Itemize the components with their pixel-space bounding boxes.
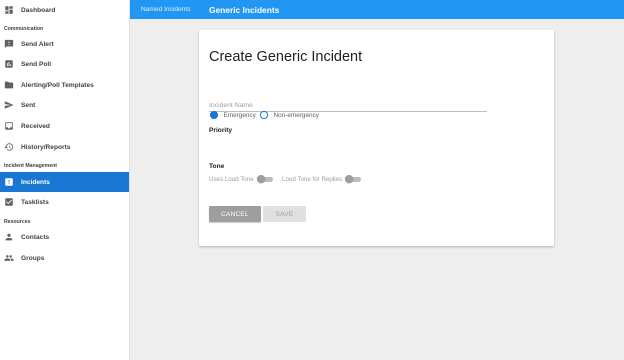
sidebar-item-tasklists[interactable]: Tasklists: [0, 192, 129, 212]
dashboard-icon: [4, 5, 14, 15]
sidebar-item-alerting-poll-templates[interactable]: Alerting/Poll Templates: [0, 75, 129, 95]
toggle-label: Uses Loud Tone: [209, 175, 254, 183]
folder-icon: [4, 80, 14, 90]
person-icon: [4, 232, 14, 242]
uses-loud-tone-toggle[interactable]: Uses Loud Tone: [209, 174, 274, 184]
breadcrumb-named-incidents[interactable]: Named Incidents: [141, 0, 190, 19]
top-app-bar: Named Incidents Generic Incidents: [130, 0, 624, 19]
sidebar-item-label: Tasklists: [21, 198, 49, 206]
checkbox-icon: [4, 197, 14, 207]
poll-chart-icon: [4, 59, 14, 69]
sidebar-item-label: Contacts: [21, 233, 50, 241]
send-icon: [4, 100, 14, 110]
radio-checked-icon: [210, 111, 218, 119]
sidebar-item-sent[interactable]: Sent: [0, 95, 129, 115]
incident-icon: [4, 177, 14, 187]
toggle-switch[interactable]: [256, 175, 274, 183]
sidebar-item-dashboard[interactable]: Dashboard: [0, 0, 129, 20]
cancel-button[interactable]: CANCEL: [209, 206, 261, 222]
radio-unchecked-icon: [260, 111, 268, 119]
sidebar-item-label: Send Alert: [21, 40, 54, 48]
sidebar-item-label: Received: [21, 122, 50, 130]
sidebar-item-label: Incidents: [21, 178, 50, 186]
loud-tone-replies-toggle[interactable]: Loud Tone for Replies: [282, 174, 362, 184]
tone-label: Tone: [209, 163, 225, 170]
sidebar-item-history-reports[interactable]: History/Reports: [0, 137, 129, 157]
radio-label: Non-emergency: [273, 111, 319, 119]
save-button[interactable]: SAVE: [263, 206, 306, 222]
section-header-communication: Communication: [4, 26, 44, 32]
sidebar-item-incidents[interactable]: Incidents: [0, 172, 129, 192]
sidebar-item-received[interactable]: Received: [0, 116, 129, 136]
toggle-label: Loud Tone for Replies: [282, 175, 343, 183]
priority-label: Priority: [209, 127, 233, 134]
sidebar-item-label: Groups: [21, 254, 45, 262]
sidebar-item-label: Alerting/Poll Templates: [21, 81, 94, 89]
sidebar-item-label: History/Reports: [21, 143, 71, 151]
sidebar-item-send-poll[interactable]: Send Poll: [0, 54, 129, 74]
radio-label: Emergency: [223, 111, 256, 119]
sidebar-item-label: Dashboard: [21, 6, 56, 14]
priority-non-emergency-radio[interactable]: Non-emergency: [260, 110, 319, 120]
sidebar-item-label: Sent: [21, 101, 36, 109]
sidebar-item-contacts[interactable]: Contacts: [0, 227, 129, 247]
sidebar: Dashboard Communication Send Alert Send …: [0, 0, 130, 360]
section-header-resources: Resources: [4, 219, 31, 225]
page-title: Generic Incidents: [209, 4, 280, 15]
alert-message-icon: [4, 39, 14, 49]
history-icon: [4, 142, 14, 152]
sidebar-item-label: Send Poll: [21, 60, 52, 68]
inbox-icon: [4, 121, 14, 131]
sidebar-item-send-alert[interactable]: Send Alert: [0, 34, 129, 54]
sidebar-item-groups[interactable]: Groups: [0, 248, 129, 268]
priority-emergency-radio[interactable]: Emergency: [210, 110, 256, 120]
form-title: Create Generic Incident: [209, 49, 363, 65]
group-icon: [4, 253, 14, 263]
section-header-incident-management: Incident Management: [4, 163, 58, 169]
toggle-switch[interactable]: [345, 175, 362, 183]
